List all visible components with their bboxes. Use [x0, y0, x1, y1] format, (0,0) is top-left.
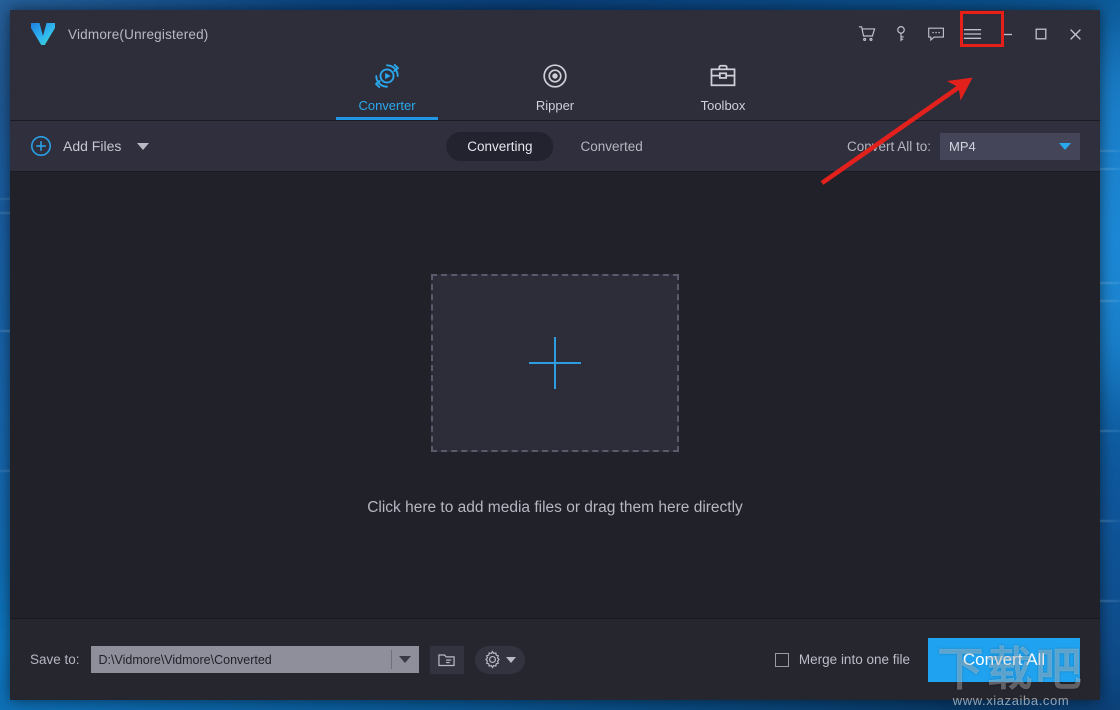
main-content-area: Click here to add media files or drag th…	[10, 172, 1100, 618]
save-path-value: D:\Vidmore\Vidmore\Converted	[98, 652, 272, 667]
convert-all-to-label: Convert All to:	[846, 138, 931, 154]
output-settings-button[interactable]	[474, 645, 525, 674]
ripper-disc-icon	[541, 61, 569, 91]
tab-toolbox-label: Toolbox	[700, 98, 746, 113]
save-to-label: Save to:	[30, 652, 80, 667]
merge-into-one-file-checkbox[interactable]: Merge into one file	[774, 652, 910, 667]
caret-down-icon	[1059, 142, 1071, 150]
tab-converter[interactable]: Converter	[332, 58, 442, 120]
output-format-select[interactable]: MP4	[940, 132, 1080, 160]
tab-converting[interactable]: Converting	[446, 131, 554, 161]
titlebar-icons	[850, 18, 1092, 50]
path-divider	[390, 650, 392, 669]
maximize-icon[interactable]	[1024, 18, 1058, 50]
vidmore-check-logo-icon	[31, 23, 55, 45]
caret-down-icon[interactable]	[398, 656, 411, 663]
vidmore-app-window: Vidmore(Unregistered) Converter Ripper T…	[10, 10, 1100, 700]
active-tab-underline	[336, 117, 438, 120]
window-header: Vidmore(Unregistered) Converter Ripper T…	[10, 10, 1100, 121]
plus-circle-icon	[31, 136, 51, 156]
toolbox-icon	[709, 61, 737, 91]
brand: Vidmore(Unregistered)	[30, 22, 209, 46]
key-icon[interactable]	[884, 18, 918, 50]
browse-folder-button[interactable]	[429, 645, 464, 674]
menu-icon[interactable]	[954, 18, 990, 50]
tab-converter-label: Converter	[358, 98, 416, 113]
app-title: Vidmore(Unregistered)	[68, 26, 209, 42]
output-format-value: MP4	[949, 138, 976, 154]
convert-all-button[interactable]: Convert All	[928, 637, 1080, 682]
add-media-dropzone[interactable]	[431, 273, 679, 452]
bottom-bar: Save to: D:\Vidmore\Vidmore\Converted Me…	[10, 618, 1100, 700]
action-toolbar: Add Files Converting Converted Convert A…	[10, 121, 1100, 172]
converter-icon	[373, 61, 401, 91]
feedback-icon[interactable]	[918, 18, 954, 50]
tab-ripper-label: Ripper	[535, 98, 575, 113]
plus-icon	[529, 336, 581, 389]
add-files-button[interactable]: Add Files	[30, 135, 150, 157]
caret-down-icon	[506, 656, 517, 663]
main-nav-tabs: Converter Ripper Toolbox	[10, 58, 1100, 120]
tab-toolbox[interactable]: Toolbox	[668, 58, 778, 120]
minimize-icon[interactable]	[990, 18, 1024, 50]
converting-converted-switch: Converting Converted	[446, 131, 664, 161]
title-bar: Vidmore(Unregistered)	[10, 10, 1100, 58]
folder-icon	[438, 654, 455, 667]
tab-converted[interactable]: Converted	[560, 132, 664, 161]
save-path-input[interactable]: D:\Vidmore\Vidmore\Converted	[90, 646, 419, 673]
convert-all-to-group: Convert All to: MP4	[846, 132, 1080, 160]
dropzone-caption: Click here to add media files or drag th…	[367, 498, 743, 516]
checkbox-box[interactable]	[774, 652, 789, 667]
close-icon[interactable]	[1058, 18, 1092, 50]
chevron-down-icon[interactable]	[137, 142, 150, 150]
add-files-label: Add Files	[63, 138, 122, 154]
cart-icon[interactable]	[850, 18, 884, 50]
gear-icon	[485, 650, 500, 669]
tab-ripper[interactable]: Ripper	[500, 58, 610, 120]
merge-into-one-file-label: Merge into one file	[798, 652, 910, 667]
